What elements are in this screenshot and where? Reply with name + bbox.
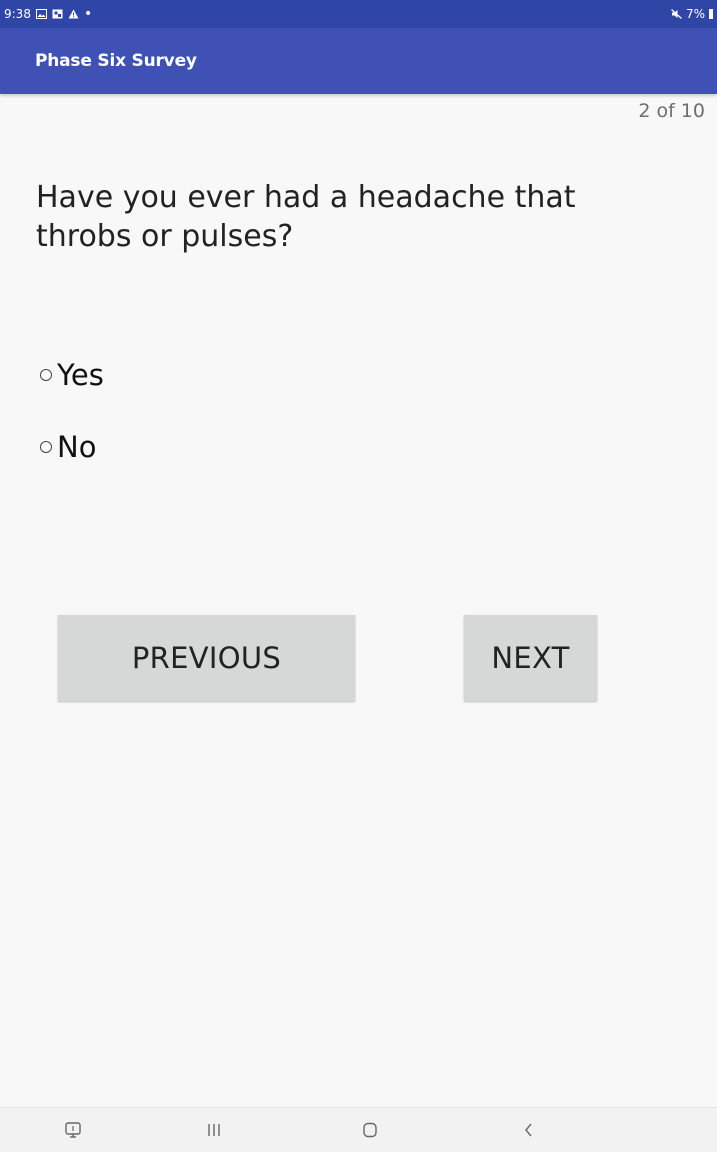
status-bar: 9:38 • 7% xyxy=(0,0,717,28)
recents-icon[interactable] xyxy=(199,1116,229,1144)
battery-icon xyxy=(709,9,713,19)
back-icon[interactable] xyxy=(514,1116,544,1144)
option-no-label: No xyxy=(57,430,97,464)
next-button[interactable]: NEXT xyxy=(464,615,597,701)
question-text: Have you ever had a headache that throbs… xyxy=(36,180,576,254)
option-yes[interactable]: Yes xyxy=(40,358,104,392)
status-left: 9:38 • xyxy=(4,7,92,21)
screen-icon[interactable] xyxy=(58,1116,88,1144)
notification-dot-icon: • xyxy=(83,6,93,22)
option-no[interactable]: No xyxy=(40,430,96,464)
option-yes-label: Yes xyxy=(57,358,104,392)
status-right: 7% xyxy=(671,7,713,21)
previous-button[interactable]: PREVIOUS xyxy=(58,615,355,701)
warning-icon xyxy=(68,9,79,19)
screenshot-icon xyxy=(52,9,63,19)
gallery-icon xyxy=(35,9,47,19)
radio-no[interactable] xyxy=(40,441,52,453)
home-icon[interactable] xyxy=(355,1116,385,1144)
navigation-bar xyxy=(0,1107,717,1152)
app-title: Phase Six Survey xyxy=(35,51,197,71)
question-progress: 2 of 10 xyxy=(638,100,705,122)
battery-percent: 7% xyxy=(685,7,705,21)
app-bar: Phase Six Survey xyxy=(0,28,717,94)
radio-yes[interactable] xyxy=(40,369,52,381)
mute-icon xyxy=(671,9,682,19)
status-time: 9:38 xyxy=(4,7,31,21)
